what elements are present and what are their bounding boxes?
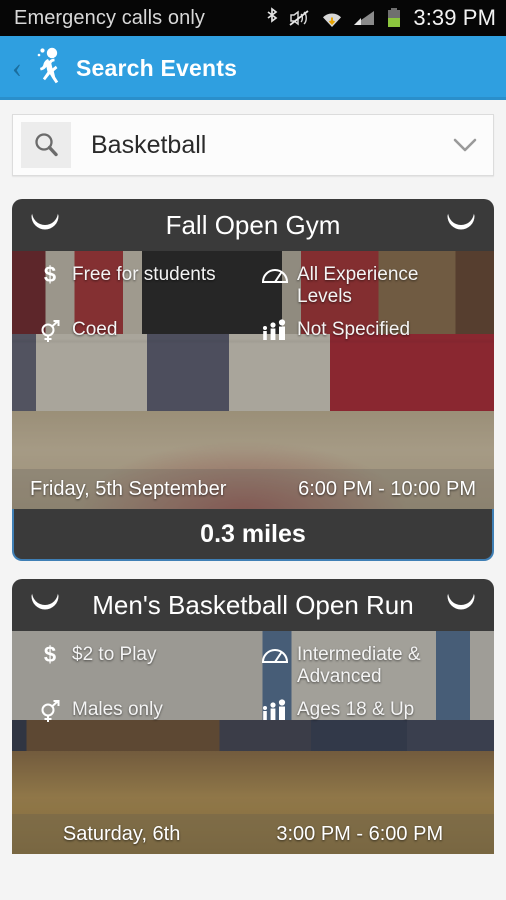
page-title: Search Events xyxy=(76,54,238,81)
age-info: Not Specified xyxy=(253,316,478,352)
event-title: Men's Basketball Open Run xyxy=(92,589,414,620)
search-bar[interactable]: Basketball xyxy=(12,114,494,176)
nail-head-left-icon xyxy=(32,199,58,225)
search-icon[interactable] xyxy=(21,122,71,168)
event-card-header: Fall Open Gym xyxy=(12,199,494,251)
skill-label: All Experience Levels xyxy=(297,264,419,308)
nail-head-right-icon xyxy=(448,199,474,225)
gender-label: Coed xyxy=(72,319,118,341)
app-root: Emergency calls only 3:39 PM ‹ Search Ev… xyxy=(0,0,506,900)
gender-info: Coed xyxy=(28,316,253,352)
people-icon xyxy=(253,316,297,342)
chevron-down-icon[interactable] xyxy=(437,135,493,155)
cost-info: $ $2 to Play xyxy=(28,641,253,688)
cost-label: $2 to Play xyxy=(72,644,157,665)
gender-info: Males only xyxy=(28,696,253,732)
gauge-icon xyxy=(253,641,297,665)
event-datetime-row: Friday, 5th September 6:00 PM - 10:00 PM xyxy=(12,469,494,509)
dollar-icon: $ xyxy=(43,262,57,287)
people-icon xyxy=(253,696,297,722)
nail-head-right-icon xyxy=(448,579,474,605)
clock-label: 3:39 PM xyxy=(413,5,496,30)
cost-label: Free for students xyxy=(72,264,216,285)
status-icons xyxy=(265,7,403,29)
event-info-grid: $ $2 to Play Intermediate & Advanced Mal… xyxy=(12,631,494,732)
search-input[interactable]: Basketball xyxy=(71,131,437,160)
age-label: Ages 18 & Up xyxy=(297,699,415,721)
nail-head-left-icon xyxy=(32,579,58,605)
skill-info: All Experience Levels xyxy=(253,261,478,308)
status-bar: Emergency calls only 3:39 PM xyxy=(0,0,506,36)
event-time: 6:00 PM - 10:00 PM xyxy=(298,477,476,500)
event-title: Fall Open Gym xyxy=(165,209,341,240)
event-card-body: $ $2 to Play Intermediate & Advanced Mal… xyxy=(12,631,494,854)
skill-info: Intermediate & Advanced xyxy=(253,641,478,688)
distance-bar[interactable]: 0.3 miles xyxy=(12,509,494,561)
gender-icon xyxy=(28,316,72,344)
search-section: Basketball xyxy=(0,100,506,186)
event-card[interactable]: Men's Basketball Open Run $ $2 to Play I… xyxy=(12,579,494,854)
age-label: Not Specified xyxy=(297,319,411,341)
distance-label: 0.3 miles xyxy=(200,519,306,548)
bluetooth-icon xyxy=(265,7,279,29)
app-bar-underline xyxy=(0,97,506,100)
dollar-icon: $ xyxy=(43,642,57,667)
battery-icon xyxy=(385,7,403,29)
basketball-player-logo-icon[interactable] xyxy=(26,44,68,92)
event-datetime-row: Saturday, 6th 3:00 PM - 6:00 PM xyxy=(12,814,494,854)
gender-icon xyxy=(28,696,72,724)
cost-info: $ Free for students xyxy=(28,261,253,308)
gauge-icon xyxy=(253,261,297,285)
app-bar: ‹ Search Events xyxy=(0,36,506,100)
mute-vibrate-icon xyxy=(288,8,312,28)
back-button[interactable]: ‹ xyxy=(8,53,26,83)
carrier-label: Emergency calls only xyxy=(14,6,205,29)
event-card[interactable]: Fall Open Gym $ Free for students All Ex… xyxy=(12,199,494,561)
event-time: 3:00 PM - 6:00 PM xyxy=(276,822,444,845)
event-date: Friday, 5th September xyxy=(30,477,227,500)
age-info: Ages 18 & Up xyxy=(253,696,478,732)
event-info-grid: $ Free for students All Experience Level… xyxy=(12,251,494,352)
skill-label: Intermediate & Advanced xyxy=(297,644,421,688)
event-date: Saturday, 6th xyxy=(62,822,181,845)
wifi-icon xyxy=(321,8,343,29)
signal-icon xyxy=(352,8,376,28)
event-list: Fall Open Gym $ Free for students All Ex… xyxy=(0,199,506,854)
event-card-header: Men's Basketball Open Run xyxy=(12,579,494,631)
gender-label: Males only xyxy=(72,699,163,721)
event-card-body: $ Free for students All Experience Level… xyxy=(12,251,494,509)
